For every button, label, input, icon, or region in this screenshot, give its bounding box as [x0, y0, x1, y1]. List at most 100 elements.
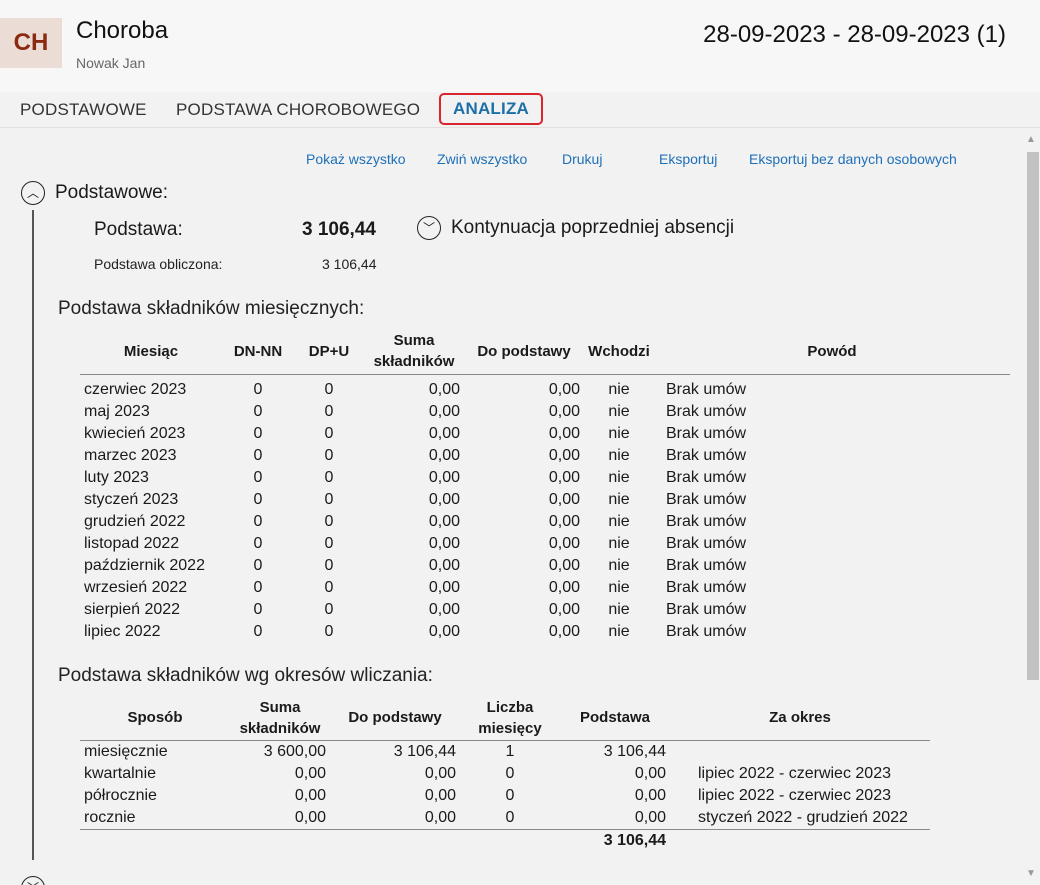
export-link[interactable]: Eksportuj: [659, 151, 717, 167]
dn-nn-cell: 0: [253, 381, 263, 398]
table-row: kwartalnie 0,00 0,00 0 0,00 lipiec 2022 - cze…: [80, 763, 930, 785]
month-cell: luty 2023: [84, 469, 149, 486]
dp-u-cell: 0: [324, 447, 334, 464]
period-cell: styczeń 2022 - grudzień 2022: [698, 808, 908, 826]
sum-cell: 0,00: [428, 469, 460, 486]
col-header: Sposób: [80, 696, 230, 741]
header: CH Choroba Nowak Jan 28-09-2023 - 28-09-…: [0, 0, 1040, 92]
dp-u-cell: 0: [324, 535, 334, 552]
dp-u-cell: 0: [324, 381, 334, 398]
monthly-components-table: Miesiąc DN-NN DP+U Suma składników Do po…: [80, 330, 1010, 643]
vertical-scrollbar[interactable]: ▲ ▼: [1022, 128, 1040, 885]
scroll-down-icon[interactable]: ▼: [1026, 868, 1036, 879]
included-cell: nie: [608, 425, 630, 442]
section-divider-line: [32, 210, 34, 860]
reason-cell: Brak umów: [666, 579, 747, 596]
periods-heading: Podstawa składników wg okresów wliczania…: [58, 665, 433, 686]
col-header: Podstawa: [560, 696, 670, 741]
dn-nn-cell: 0: [253, 403, 263, 420]
continuation-label[interactable]: Kontynuacja poprzedniej absencji: [451, 217, 734, 239]
month-cell: styczeń 2023: [84, 491, 179, 508]
col-header: Liczba miesięcy: [460, 696, 560, 741]
month-cell: październik 2022: [84, 557, 205, 574]
dn-nn-cell: 0: [253, 425, 263, 442]
period-cell: [670, 740, 930, 763]
podstawa-cell: 0,00: [634, 764, 666, 782]
section-title-podstawowe: Podstawowe:: [55, 182, 169, 203]
included-cell: nie: [608, 601, 630, 618]
sum-cell: 0,00: [294, 764, 326, 782]
months-cell: 0: [505, 808, 515, 826]
tab-podstawa-chorobowego[interactable]: PODSTAWA CHOROBOWEGO: [176, 100, 420, 120]
obliczona-value: 3 106,44: [322, 256, 377, 272]
dp-u-cell: 0: [324, 425, 334, 442]
sum-cell: 0,00: [428, 381, 460, 398]
show-all-link[interactable]: Pokaż wszystko: [306, 151, 406, 167]
months-cell: 0: [505, 764, 515, 782]
base-cell: 0,00: [548, 403, 580, 420]
sum-cell: 0,00: [294, 808, 326, 826]
sum-cell: 0,00: [294, 786, 326, 804]
col-header: DN-NN: [222, 330, 294, 375]
period-cell: lipiec 2022 - czerwiec 2023: [698, 786, 891, 804]
obliczona-label: Podstawa obliczona:: [94, 256, 223, 272]
collapse-section-icon[interactable]: ︿: [21, 181, 45, 205]
method-cell: miesięcznie: [84, 742, 168, 760]
collapse-all-link[interactable]: Zwiń wszystko: [437, 151, 527, 167]
reason-cell: Brak umów: [666, 535, 747, 552]
col-header: Miesiąc: [80, 330, 222, 375]
podstawa-cell: 0,00: [634, 808, 666, 826]
col-header: Za okres: [670, 696, 930, 741]
month-cell: listopad 2022: [84, 535, 180, 552]
export-anonymous-link[interactable]: Eksportuj bez danych osobowych: [749, 151, 957, 167]
table-row: kwiecień 2023 0 0 0,00 0,00 nie Brak umów: [80, 423, 1010, 445]
periods-table: Sposób Suma składników Do podstawy Liczb…: [80, 696, 930, 852]
month-cell: kwiecień 2023: [84, 425, 186, 442]
month-cell: maj 2023: [84, 403, 150, 420]
dn-nn-cell: 0: [253, 491, 263, 508]
base-cell: 0,00: [548, 381, 580, 398]
tab-bar: PODSTAWOWE PODSTAWA CHOROBOWEGO ANALIZA: [0, 92, 1040, 128]
table-row: wrzesień 2022 0 0 0,00 0,00 nie Brak umów: [80, 577, 1010, 599]
table-row: listopad 2022 0 0 0,00 0,00 nie Brak umów: [80, 533, 1010, 555]
sum-cell: 0,00: [428, 403, 460, 420]
method-cell: kwartalnie: [84, 764, 157, 782]
reason-cell: Brak umów: [666, 623, 747, 640]
next-section-toggle-icon[interactable]: ﹀: [21, 876, 45, 885]
method-cell: rocznie: [84, 808, 136, 826]
sum-cell: 0,00: [428, 425, 460, 442]
expand-continuation-icon[interactable]: ﹀: [417, 216, 441, 240]
col-header: Do podstawy: [330, 696, 460, 741]
dp-u-cell: 0: [324, 579, 334, 596]
reason-cell: Brak umów: [666, 557, 747, 574]
col-header: Suma składników: [230, 696, 330, 741]
dp-u-cell: 0: [324, 601, 334, 618]
scroll-up-icon[interactable]: ▲: [1026, 134, 1036, 145]
base-cell: 0,00: [548, 425, 580, 442]
monthly-heading: Podstawa składników miesięcznych:: [58, 298, 365, 319]
sum-cell: 0,00: [428, 557, 460, 574]
tab-analiza[interactable]: ANALIZA: [439, 93, 543, 125]
tab-podstawowe[interactable]: PODSTAWOWE: [20, 100, 147, 120]
base-cell: 0,00: [548, 447, 580, 464]
dp-u-cell: 0: [324, 403, 334, 420]
dp-u-cell: 0: [324, 491, 334, 508]
included-cell: nie: [608, 381, 630, 398]
scroll-thumb[interactable]: [1027, 152, 1039, 680]
month-cell: wrzesień 2022: [84, 579, 188, 596]
base-cell: 0,00: [548, 557, 580, 574]
dn-nn-cell: 0: [253, 469, 263, 486]
employee-name: Nowak Jan: [76, 55, 146, 71]
months-cell: 1: [505, 742, 515, 760]
print-link[interactable]: Drukuj: [562, 151, 602, 167]
date-range: 28-09-2023 - 28-09-2023 (1): [703, 21, 1006, 48]
base-cell: 0,00: [424, 764, 456, 782]
reason-cell: Brak umów: [666, 469, 747, 486]
page-title: Choroba: [76, 17, 169, 44]
included-cell: nie: [608, 535, 630, 552]
dp-u-cell: 0: [324, 557, 334, 574]
base-cell: 0,00: [548, 469, 580, 486]
dp-u-cell: 0: [324, 623, 334, 640]
sum-cell: 0,00: [428, 447, 460, 464]
sum-cell: 0,00: [428, 601, 460, 618]
